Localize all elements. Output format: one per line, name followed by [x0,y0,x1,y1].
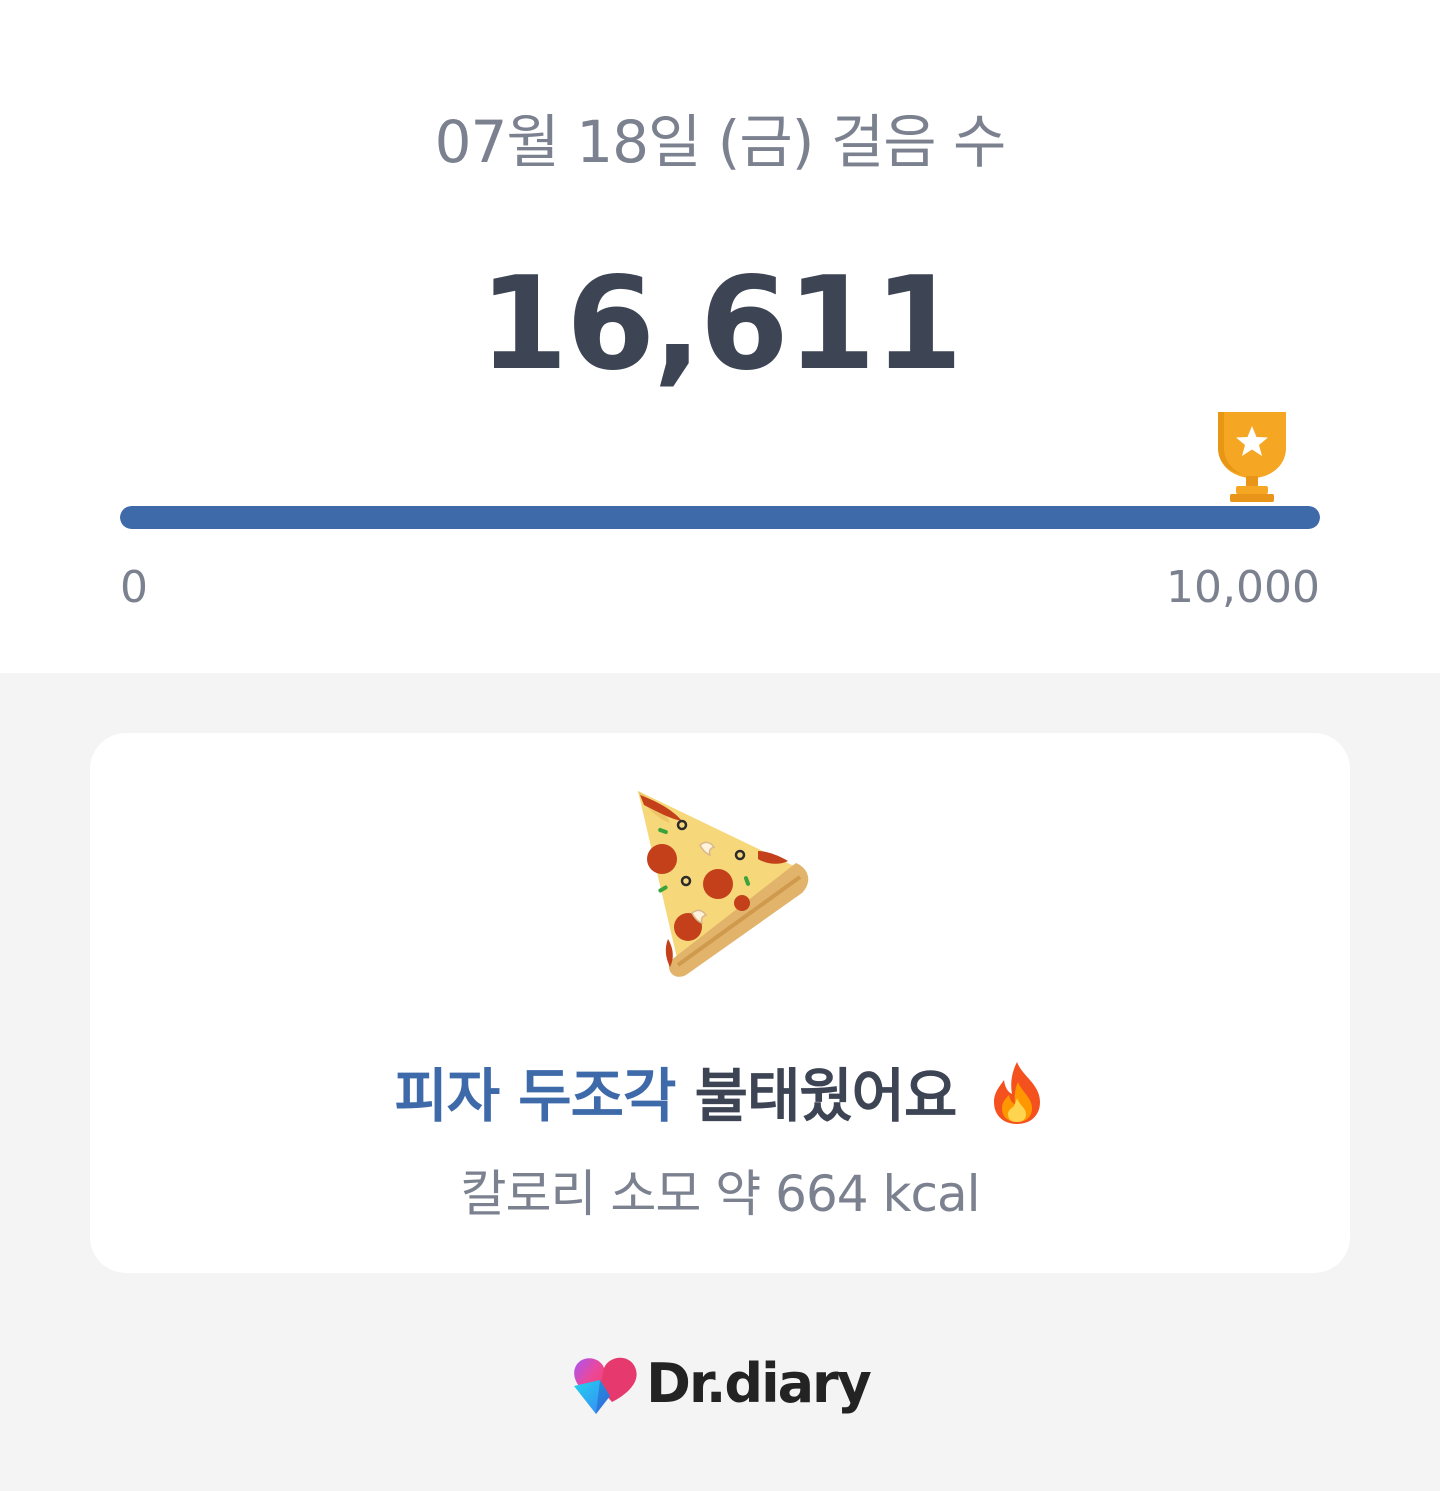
steps-summary-section: 07월 18일 (금) 걸음 수 16,611 0 10,000 [0,0,1440,673]
calorie-headline: 피자 두조각 불태웠어요 [90,1058,1350,1134]
heart-logo-icon [574,1357,637,1414]
headline-food-amount: 피자 두조각 [394,1062,676,1130]
date-title: 07월 18일 (금) 걸음 수 [434,108,1007,176]
progress-max-label: 10,000 [1166,562,1320,613]
fire-icon [993,1062,1040,1124]
progress-bar-fill [120,506,1320,529]
brand-footer: Dr.diary [0,1346,1440,1422]
progress-bar [120,506,1320,529]
calorie-burned-text: 칼로리 소모 약 664 kcal [460,1165,981,1223]
step-count: 16,611 [479,250,963,399]
trophy-icon [1218,412,1286,502]
progress-min-label: 0 [120,562,148,613]
headline-text: 불태웠어요 [694,1062,958,1130]
calorie-card: 피자 두조각 불태웠어요 칼로리 소모 약 664 kcal [90,733,1350,1273]
brand-name: Dr.diary [646,1352,872,1415]
pizza-slice-icon [638,791,809,977]
